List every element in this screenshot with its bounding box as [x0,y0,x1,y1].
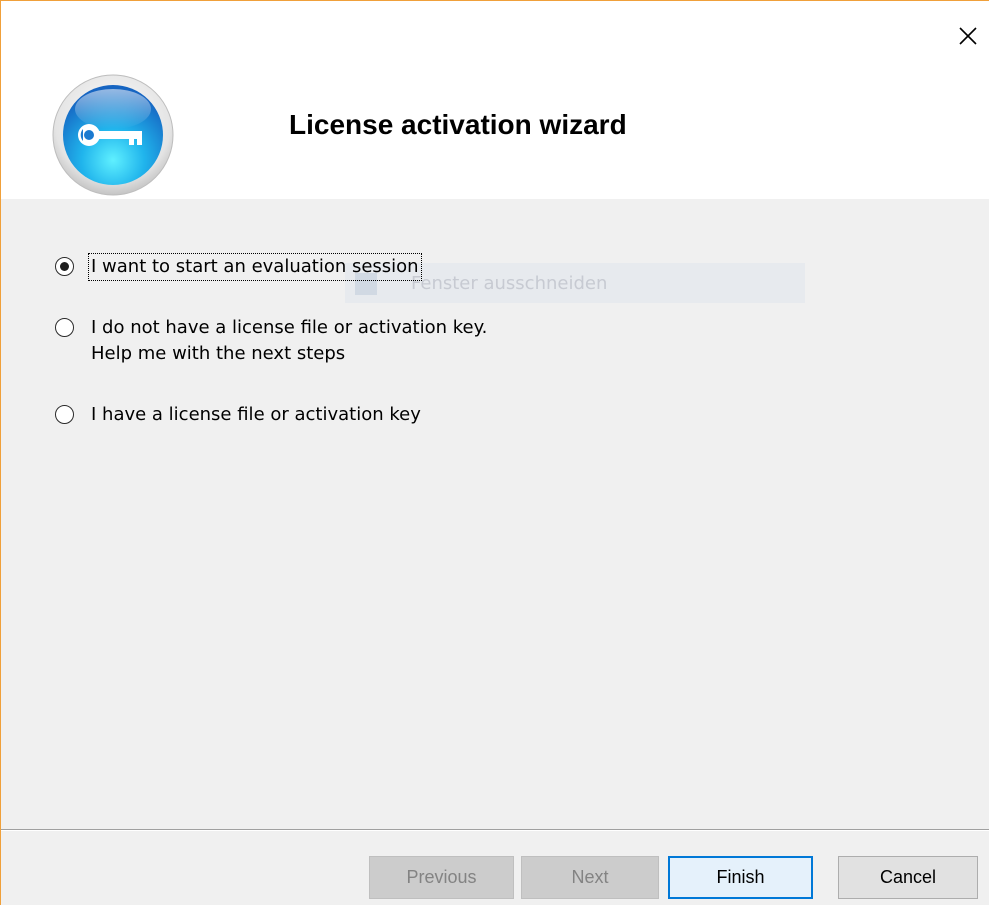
wizard-header: License activation wizard [1,1,989,199]
option-label-line-1: I do not have a license file or activati… [91,317,488,338]
close-icon[interactable] [951,19,983,51]
radio-have-license[interactable] [55,405,74,424]
overlay-text: Fenster ausschneiden [411,273,608,294]
footer-divider [1,829,989,831]
option-label-line-2: Help me with the next steps [91,343,346,364]
key-icon [52,74,174,196]
cancel-button[interactable]: Cancel [838,856,978,899]
previous-button[interactable]: Previous [369,856,514,899]
option-label: I have a license file or activation key [91,404,421,425]
radio-no-license[interactable] [55,318,74,337]
finish-button[interactable]: Finish [668,856,813,899]
radio-evaluation[interactable] [55,257,74,276]
option-label: I do not have a license file or activati… [91,315,487,367]
next-button[interactable]: Next [521,856,659,899]
license-wizard-dialog: License activation wizard Fenster aussch… [0,0,989,905]
option-label: I want to start an evaluation session [88,253,422,281]
wizard-title: License activation wizard [289,109,627,140]
